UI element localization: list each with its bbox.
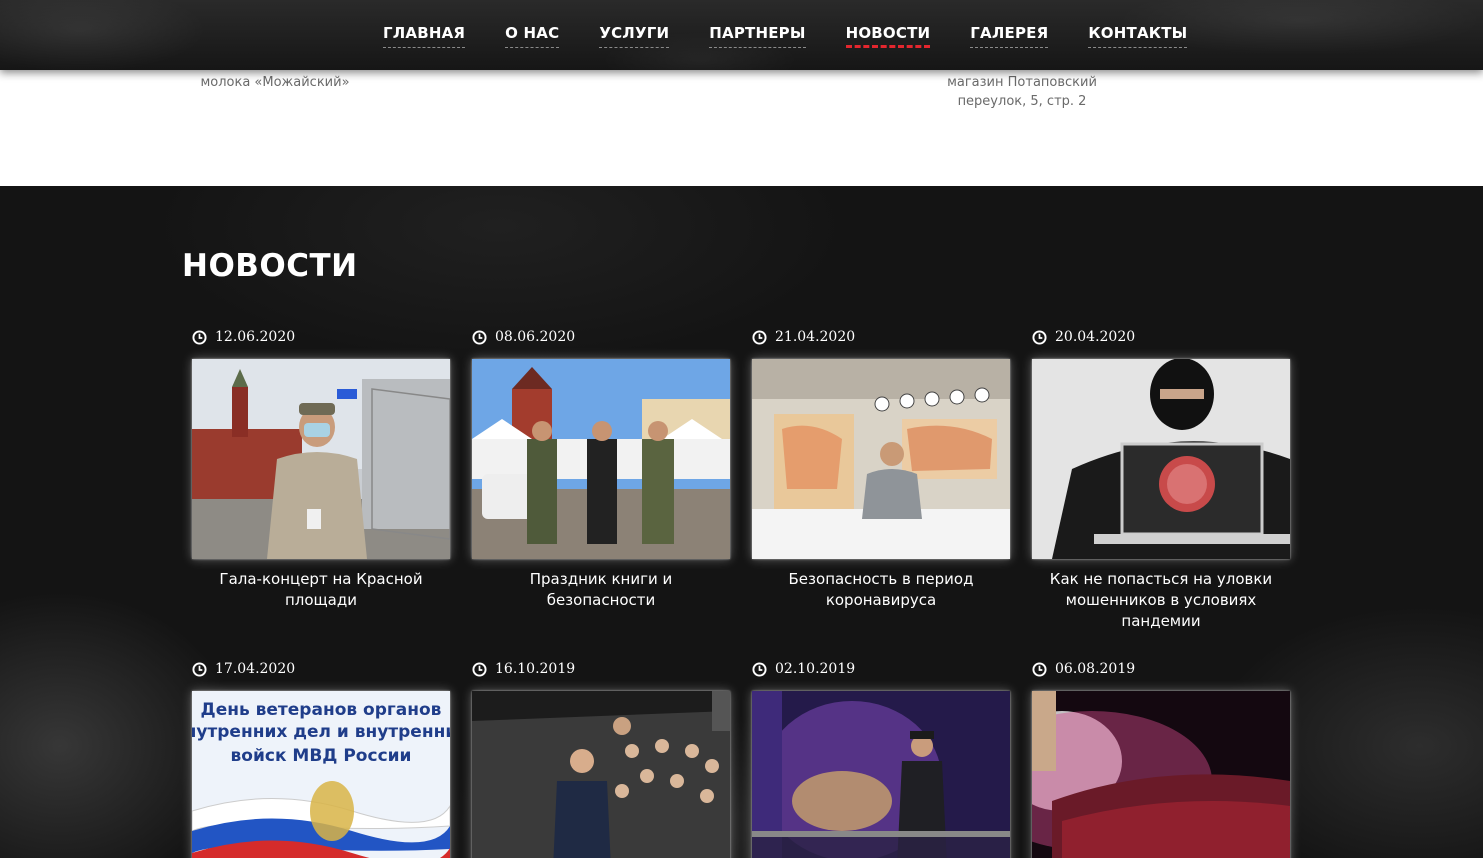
news-image-veterans-day[interactable]: День ветеранов органов внутренних дел и … bbox=[192, 691, 450, 858]
news-date-row: 08.06.2020 bbox=[472, 327, 730, 347]
nav-item-contacts[interactable]: КОНТАКТЫ bbox=[1088, 24, 1188, 48]
partners-strip: молока «Можайский» магазин Потаповский п… bbox=[0, 70, 1483, 186]
clock-icon bbox=[1032, 329, 1047, 345]
news-date: 06.08.2019 bbox=[1055, 661, 1136, 677]
clock-icon bbox=[472, 661, 487, 677]
partner-caption-potapovsky: магазин Потаповский переулок, 5, стр. 2 bbox=[930, 73, 1114, 111]
news-image-audience-event[interactable] bbox=[472, 691, 730, 858]
news-date: 02.10.2019 bbox=[775, 661, 856, 677]
partner-caption-line: магазин Потаповский bbox=[947, 75, 1097, 90]
news-date-row: 12.06.2020 bbox=[192, 327, 450, 347]
news-section-title: НОВОСТИ bbox=[182, 248, 358, 284]
news-date-row: 20.04.2020 bbox=[1032, 327, 1290, 347]
news-title[interactable]: Праздник книги и безопасности bbox=[472, 569, 730, 611]
nav-item-news[interactable]: НОВОСТИ bbox=[845, 24, 931, 48]
news-date: 16.10.2019 bbox=[495, 661, 576, 677]
nav-item-partners[interactable]: ПАРТНЕРЫ bbox=[709, 24, 806, 48]
nav-item-home[interactable]: ГЛАВНАЯ bbox=[383, 24, 466, 48]
news-image-hacker-laptop[interactable] bbox=[1032, 359, 1290, 559]
news-date: 08.06.2020 bbox=[495, 329, 576, 345]
svg-text:войск МВД России: войск МВД России bbox=[231, 746, 412, 766]
svg-text:внутренних дел и внутренних: внутренних дел и внутренних bbox=[192, 722, 450, 742]
news-card[interactable]: 12.06.2020 Гала-концерт на Красной площа… bbox=[192, 327, 450, 611]
top-navigation-bar: ГЛАВНАЯ О НАС УСЛУГИ ПАРТНЕРЫ НОВОСТИ ГА… bbox=[0, 0, 1483, 70]
news-date-row: 02.10.2019 bbox=[752, 659, 1010, 679]
clock-icon bbox=[192, 329, 207, 345]
partner-caption-mozhaysky: молока «Можайский» bbox=[200, 75, 350, 90]
news-card[interactable]: 20.04.2020 Как не попасться на уловки мо… bbox=[1032, 327, 1290, 632]
news-image-duty-officer[interactable] bbox=[752, 359, 1010, 559]
news-section: НОВОСТИ 12.06.2020 Гала-концерт на Красн… bbox=[0, 186, 1483, 858]
news-card[interactable]: 08.06.2020 Праздник книги и безопасности bbox=[472, 327, 730, 611]
nav-item-services[interactable]: УСЛУГИ bbox=[599, 24, 670, 48]
clock-icon bbox=[752, 329, 767, 345]
clock-icon bbox=[1032, 661, 1047, 677]
news-image-concert-crowd[interactable] bbox=[1032, 691, 1290, 858]
clock-icon bbox=[192, 661, 207, 677]
news-image-night-stage-guard[interactable] bbox=[752, 691, 1010, 858]
clock-icon bbox=[752, 661, 767, 677]
news-title[interactable]: Гала-концерт на Красной площади bbox=[192, 569, 450, 611]
partner-caption-line: переулок, 5, стр. 2 bbox=[957, 94, 1087, 109]
news-image-book-festival-guards[interactable] bbox=[472, 359, 730, 559]
news-date-row: 06.08.2019 bbox=[1032, 659, 1290, 679]
news-title[interactable]: Безопасность в период коронавируса bbox=[752, 569, 1010, 611]
news-date-row: 16.10.2019 bbox=[472, 659, 730, 679]
news-date: 17.04.2020 bbox=[215, 661, 296, 677]
news-date: 20.04.2020 bbox=[1055, 329, 1136, 345]
news-card[interactable]: 17.04.2020 День ветеранов органов внутре… bbox=[192, 659, 450, 858]
news-card[interactable]: 16.10.2019 bbox=[472, 659, 730, 858]
main-menu: ГЛАВНАЯ О НАС УСЛУГИ ПАРТНЕРЫ НОВОСТИ ГА… bbox=[383, 24, 1188, 48]
nav-item-gallery[interactable]: ГАЛЕРЕЯ bbox=[970, 24, 1049, 48]
news-card[interactable]: 21.04.2020 Безопасность в период коронав… bbox=[752, 327, 1010, 611]
news-date-row: 17.04.2020 bbox=[192, 659, 450, 679]
clock-icon bbox=[472, 329, 487, 345]
svg-text:День ветеранов органов: День ветеранов органов bbox=[201, 700, 442, 720]
news-image-red-square-guard[interactable] bbox=[192, 359, 450, 559]
nav-item-about[interactable]: О НАС bbox=[505, 24, 560, 48]
news-title[interactable]: Как не попасться на уловки мошенников в … bbox=[1032, 569, 1290, 632]
news-date: 21.04.2020 bbox=[775, 329, 856, 345]
news-card[interactable]: 06.08.2019 bbox=[1032, 659, 1290, 858]
news-date-row: 21.04.2020 bbox=[752, 327, 1010, 347]
news-card[interactable]: 02.10.2019 bbox=[752, 659, 1010, 858]
news-date: 12.06.2020 bbox=[215, 329, 296, 345]
